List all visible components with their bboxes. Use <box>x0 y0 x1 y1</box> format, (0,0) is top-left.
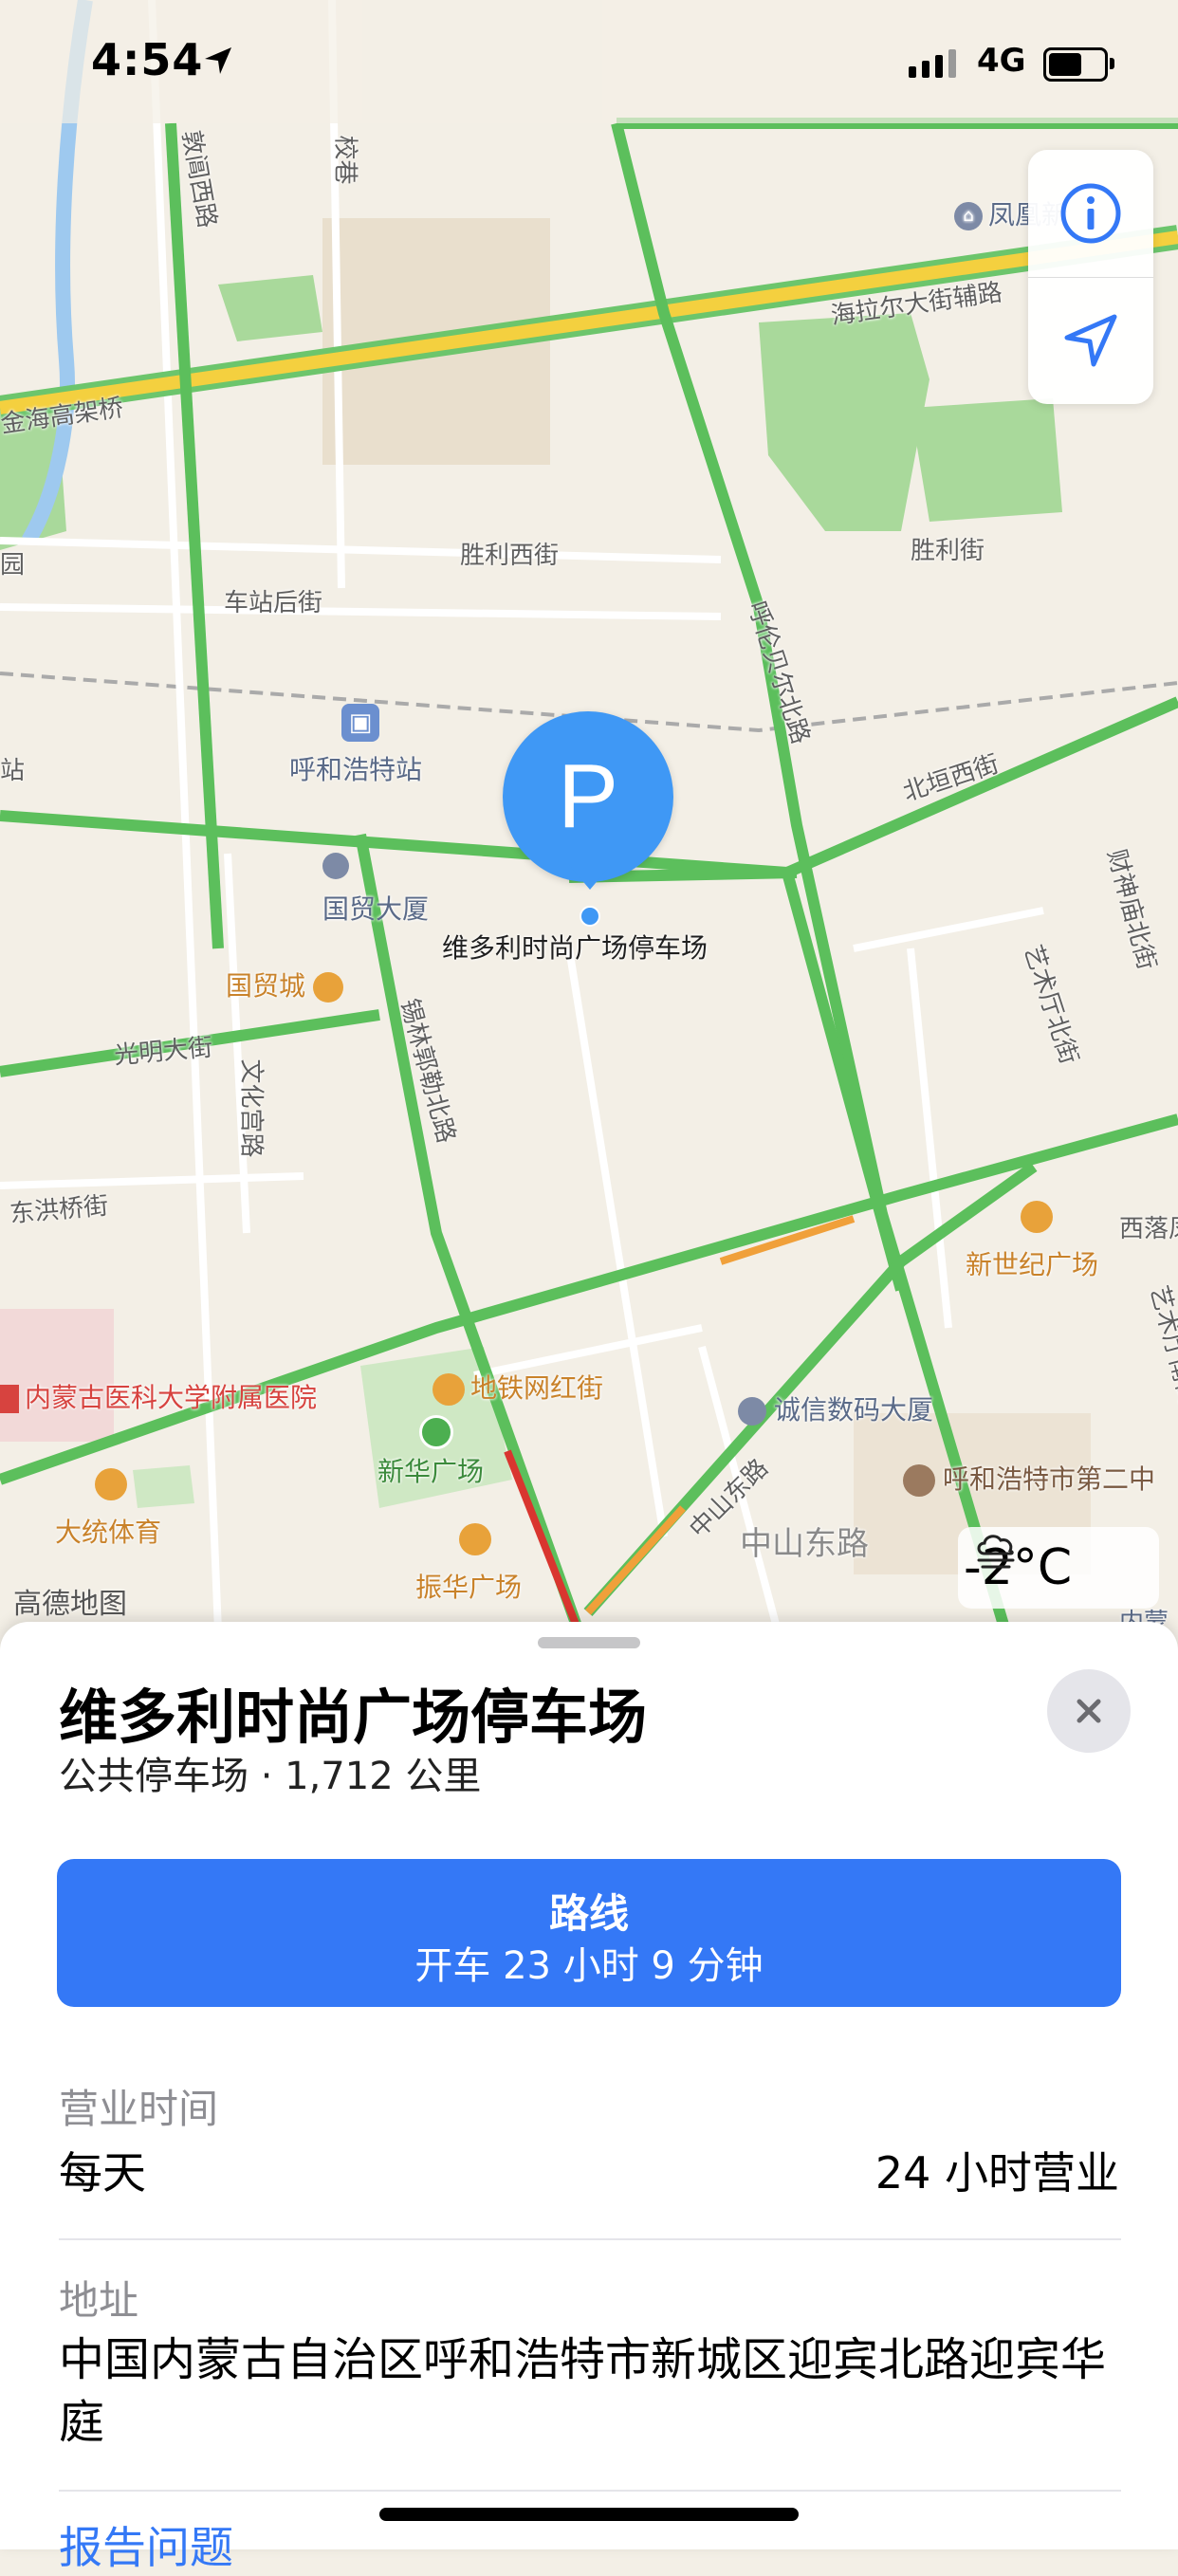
shopping-icon <box>313 972 344 1003</box>
hours-value: 24 小时营业 <box>874 2147 1119 2199</box>
home-indicator[interactable] <box>379 2508 799 2521</box>
road-label: 车站后街 <box>224 589 323 617</box>
poi-new-century[interactable]: 新世纪广场 <box>966 1201 1098 1282</box>
road-label: 文化宫路 <box>236 1058 266 1158</box>
building-icon <box>322 853 349 879</box>
locate-me-button[interactable] <box>1028 277 1153 404</box>
address-label: 地址 <box>59 2277 139 2324</box>
train-station-icon: ▣ <box>341 704 379 742</box>
poi-guomao-building[interactable]: 国贸大厦 <box>322 853 429 927</box>
status-bar: 4:54 4G <box>0 0 1178 123</box>
map-controls <box>1028 150 1153 404</box>
directions-label: 路线 <box>548 1890 629 1937</box>
poi-parking-label: 维多利时尚广场停车场 <box>442 932 709 964</box>
park-icon <box>419 1415 453 1449</box>
parking-icon: P <box>557 745 619 847</box>
poi-station[interactable]: 呼和浩特站 <box>289 749 422 787</box>
map-attribution[interactable]: 高德地图 <box>13 1580 127 1622</box>
shopping-icon <box>433 1373 465 1406</box>
cloud-fog-icon <box>977 1535 1015 1569</box>
hours-label: 营业时间 <box>59 2086 219 2132</box>
divider <box>59 2238 1121 2240</box>
cellular-signal-icon <box>909 49 956 78</box>
sheet-grabber[interactable] <box>538 1637 640 1648</box>
place-subtitle: 公共停车场 · 1,712 公里 <box>59 1755 482 1798</box>
close-button[interactable] <box>1047 1669 1131 1753</box>
poi-school[interactable]: 呼和浩特市第二中 <box>903 1459 1155 1497</box>
directions-time: 开车 23 小时 9 分钟 <box>414 1944 764 1988</box>
shopping-icon <box>1021 1201 1053 1233</box>
poi-datong[interactable]: 大统体育 <box>55 1468 161 1550</box>
place-card[interactable]: 维多利时尚广场停车场 公共停车场 · 1,712 公里 路线 开车 23 小时 … <box>0 1622 1178 2573</box>
road-label: 胜利街 <box>911 537 985 565</box>
building-icon <box>738 1397 766 1426</box>
address-value[interactable]: 中国内蒙古自治区呼和浩特市新城区迎宾北路迎宾华庭 <box>59 2328 1121 2454</box>
home-icon: ⌂ <box>954 202 983 230</box>
battery-icon <box>1043 47 1114 82</box>
map-view[interactable]: 敦阊西路 校巷 金海高架桥 海拉尔大街辅路 胜利西街 胜利街 车站后街 呼伦贝尔… <box>0 0 1178 1631</box>
road-label: 西落凤街 <box>1119 1215 1178 1243</box>
directions-button[interactable]: 路线 开车 23 小时 9 分钟 <box>57 1859 1121 2007</box>
parking-pin[interactable]: P <box>503 711 673 882</box>
pin-tail <box>569 865 611 890</box>
close-icon <box>1077 1699 1101 1723</box>
divider <box>59 2490 1121 2492</box>
status-time: 4:54 <box>91 34 204 85</box>
road-label: 胜利西街 <box>460 542 560 570</box>
hospital-icon <box>0 1385 19 1413</box>
school-icon <box>903 1464 935 1497</box>
hours-day: 每天 <box>59 2147 146 2199</box>
poi-guomao-city[interactable]: 国贸城 <box>226 966 344 1003</box>
poi-xinhua-square[interactable]: 新华广场 <box>377 1451 484 1489</box>
report-issue-link[interactable]: 报告问题 <box>59 2513 233 2576</box>
road-label: 校巷 <box>330 135 359 185</box>
poi-metro-street[interactable]: 地铁网红街 <box>433 1368 603 1406</box>
location-arrow-icon <box>1064 314 1117 367</box>
weather-widget: -2°C <box>958 1527 1159 1609</box>
pin-location-dot <box>580 906 600 927</box>
place-title: 维多利时尚广场停车场 <box>59 1683 648 1752</box>
info-icon <box>1060 183 1121 244</box>
location-arrow-icon <box>205 47 231 74</box>
shopping-icon <box>95 1468 127 1500</box>
poi-zhenhua[interactable]: 振华广场 <box>415 1523 522 1605</box>
poi-chengxin[interactable]: 诚信数码大厦 <box>738 1389 933 1427</box>
info-button[interactable] <box>1028 150 1153 277</box>
road-label: 中山东路 <box>740 1525 869 1563</box>
poi-hospital[interactable]: 内蒙古医科大学附属医院 <box>0 1377 317 1415</box>
shopping-icon <box>459 1523 491 1555</box>
network-type: 4G <box>977 42 1026 80</box>
road-label: 园 <box>0 551 26 580</box>
road-label: 站 <box>0 757 26 785</box>
